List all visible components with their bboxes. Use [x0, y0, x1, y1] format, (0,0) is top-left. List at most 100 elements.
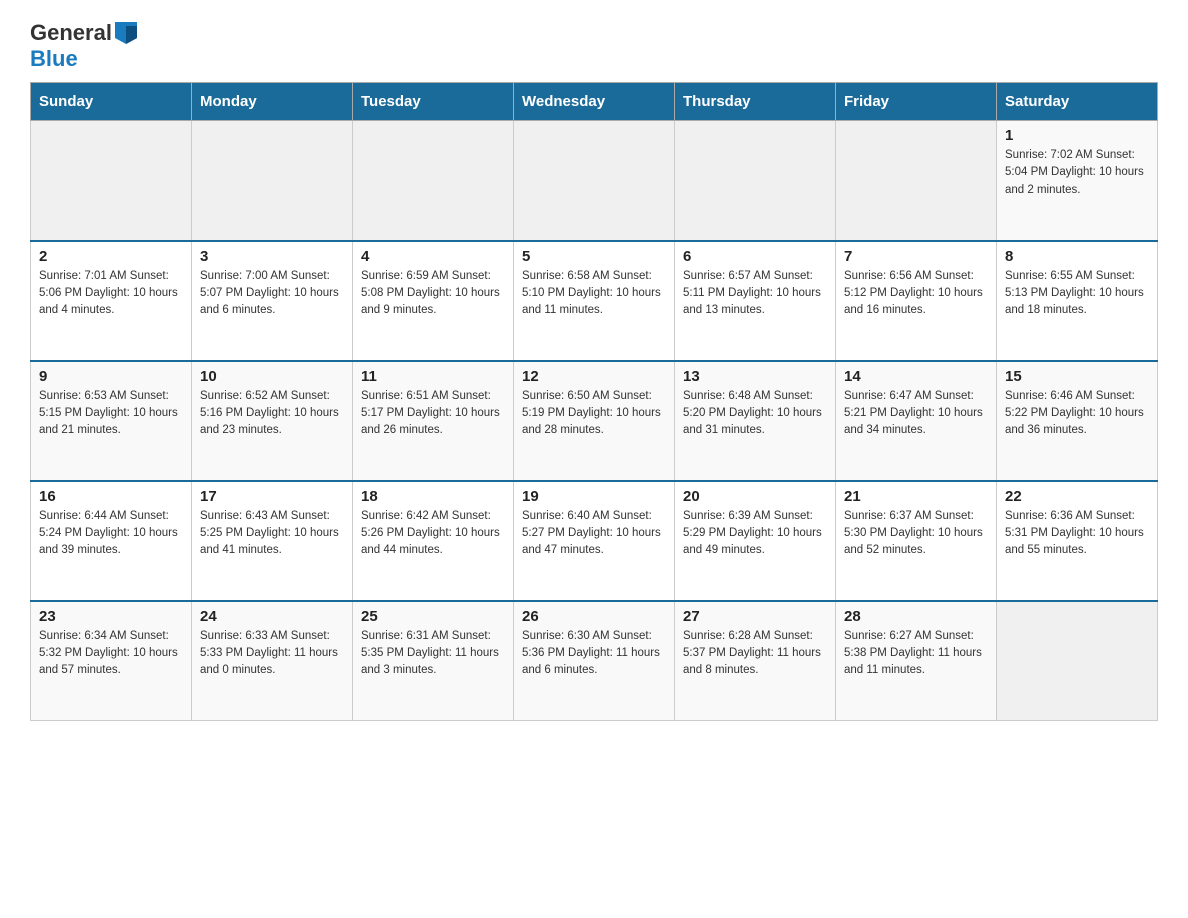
calendar-cell: 22 Sunrise: 6:36 AM Sunset: 5:31 PM Dayli…	[997, 481, 1158, 601]
week-row-3: 9Sunrise: 6:53 AM Sunset: 5:15 PM Daylig…	[31, 361, 1158, 481]
calendar-cell	[353, 121, 514, 241]
calendar-cell	[514, 121, 675, 241]
calendar-cell: 10 Sunrise: 6:52 AM Sunset: 5:16 PM Dayli…	[192, 361, 353, 481]
logo-blue-wrapper: Blue	[30, 46, 78, 72]
day-number: 3	[200, 248, 344, 265]
day-number: 12	[522, 368, 666, 385]
day-info: Sunrise: 6:28 AM Sunset: 5:37 PM Dayligh…	[683, 628, 827, 680]
day-number: 14	[844, 368, 988, 385]
calendar-cell: 18 Sunrise: 6:42 AM Sunset: 5:26 PM Dayli…	[353, 481, 514, 601]
day-info: Sunrise: 7:02 AM Sunset: 5:04 PM Dayligh…	[1005, 147, 1149, 199]
calendar-cell: 14 Sunrise: 6:47 AM Sunset: 5:21 PM Dayli…	[836, 361, 997, 481]
page-header: General Blue	[30, 20, 1158, 72]
day-info: Sunrise: 6:48 AM Sunset: 5:20 PM Dayligh…	[683, 388, 827, 440]
day-info: Sunrise: 6:37 AM Sunset: 5:30 PM Dayligh…	[844, 508, 988, 560]
day-info: Sunrise: 6:36 AM Sunset: 5:31 PM Dayligh…	[1005, 508, 1149, 560]
day-number: 25	[361, 608, 505, 625]
calendar-cell: 9Sunrise: 6:53 AM Sunset: 5:15 PM Daylig…	[31, 361, 192, 481]
day-number: 16	[39, 488, 183, 505]
day-info: Sunrise: 6:52 AM Sunset: 5:16 PM Dayligh…	[200, 388, 344, 440]
weekday-header-friday: Friday	[836, 83, 997, 121]
calendar-cell: 8 Sunrise: 6:55 AM Sunset: 5:13 PM Daylig…	[997, 241, 1158, 361]
calendar-cell: 25 Sunrise: 6:31 AM Sunset: 5:35 PM Dayli…	[353, 601, 514, 721]
day-number: 28	[844, 608, 988, 625]
calendar-cell: 6 Sunrise: 6:57 AM Sunset: 5:11 PM Daylig…	[675, 241, 836, 361]
calendar-cell: 12 Sunrise: 6:50 AM Sunset: 5:19 PM Dayli…	[514, 361, 675, 481]
calendar-cell	[997, 601, 1158, 721]
calendar-table: SundayMondayTuesdayWednesdayThursdayFrid…	[30, 82, 1158, 721]
day-number: 15	[1005, 368, 1149, 385]
day-info: Sunrise: 6:39 AM Sunset: 5:29 PM Dayligh…	[683, 508, 827, 560]
calendar-cell: 23 Sunrise: 6:34 AM Sunset: 5:32 PM Dayli…	[31, 601, 192, 721]
day-info: Sunrise: 6:27 AM Sunset: 5:38 PM Dayligh…	[844, 628, 988, 680]
day-info: Sunrise: 7:00 AM Sunset: 5:07 PM Dayligh…	[200, 268, 344, 320]
day-number: 27	[683, 608, 827, 625]
day-number: 13	[683, 368, 827, 385]
calendar-cell: 21Sunrise: 6:37 AM Sunset: 5:30 PM Dayli…	[836, 481, 997, 601]
weekday-header-saturday: Saturday	[997, 83, 1158, 121]
day-number: 5	[522, 248, 666, 265]
week-row-4: 16Sunrise: 6:44 AM Sunset: 5:24 PM Dayli…	[31, 481, 1158, 601]
calendar-cell: 26 Sunrise: 6:30 AM Sunset: 5:36 PM Dayli…	[514, 601, 675, 721]
weekday-header-wednesday: Wednesday	[514, 83, 675, 121]
day-number: 1	[1005, 127, 1149, 144]
day-info: Sunrise: 6:47 AM Sunset: 5:21 PM Dayligh…	[844, 388, 988, 440]
week-row-1: 1 Sunrise: 7:02 AM Sunset: 5:04 PM Daylig…	[31, 121, 1158, 241]
calendar-cell: 7Sunrise: 6:56 AM Sunset: 5:12 PM Daylig…	[836, 241, 997, 361]
weekday-header-thursday: Thursday	[675, 83, 836, 121]
day-number: 17	[200, 488, 344, 505]
day-number: 6	[683, 248, 827, 265]
day-number: 19	[522, 488, 666, 505]
day-number: 22	[1005, 488, 1149, 505]
week-row-2: 2 Sunrise: 7:01 AM Sunset: 5:06 PM Daylig…	[31, 241, 1158, 361]
calendar-cell: 28 Sunrise: 6:27 AM Sunset: 5:38 PM Dayli…	[836, 601, 997, 721]
day-info: Sunrise: 6:50 AM Sunset: 5:19 PM Dayligh…	[522, 388, 666, 440]
calendar-cell	[675, 121, 836, 241]
calendar-cell: 2 Sunrise: 7:01 AM Sunset: 5:06 PM Daylig…	[31, 241, 192, 361]
day-info: Sunrise: 7:01 AM Sunset: 5:06 PM Dayligh…	[39, 268, 183, 320]
day-number: 2	[39, 248, 183, 265]
day-number: 8	[1005, 248, 1149, 265]
day-info: Sunrise: 6:58 AM Sunset: 5:10 PM Dayligh…	[522, 268, 666, 320]
logo-triangle-icon	[115, 22, 137, 44]
day-number: 7	[844, 248, 988, 265]
calendar-cell: 3 Sunrise: 7:00 AM Sunset: 5:07 PM Daylig…	[192, 241, 353, 361]
day-number: 24	[200, 608, 344, 625]
calendar-cell: 13 Sunrise: 6:48 AM Sunset: 5:20 PM Dayli…	[675, 361, 836, 481]
weekday-header-row: SundayMondayTuesdayWednesdayThursdayFrid…	[31, 83, 1158, 121]
day-number: 4	[361, 248, 505, 265]
day-info: Sunrise: 6:42 AM Sunset: 5:26 PM Dayligh…	[361, 508, 505, 560]
logo-wrapper: General	[30, 20, 137, 46]
day-info: Sunrise: 6:40 AM Sunset: 5:27 PM Dayligh…	[522, 508, 666, 560]
logo-blue-label: Blue	[30, 46, 78, 71]
weekday-header-sunday: Sunday	[31, 83, 192, 121]
weekday-header-monday: Monday	[192, 83, 353, 121]
calendar-cell	[31, 121, 192, 241]
day-info: Sunrise: 6:55 AM Sunset: 5:13 PM Dayligh…	[1005, 268, 1149, 320]
logo-general-part: General	[30, 20, 112, 46]
day-info: Sunrise: 6:57 AM Sunset: 5:11 PM Dayligh…	[683, 268, 827, 320]
day-number: 18	[361, 488, 505, 505]
day-info: Sunrise: 6:33 AM Sunset: 5:33 PM Dayligh…	[200, 628, 344, 680]
day-number: 26	[522, 608, 666, 625]
calendar-cell: 17 Sunrise: 6:43 AM Sunset: 5:25 PM Dayli…	[192, 481, 353, 601]
weekday-header-tuesday: Tuesday	[353, 83, 514, 121]
day-number: 10	[200, 368, 344, 385]
calendar-cell: 15 Sunrise: 6:46 AM Sunset: 5:22 PM Dayli…	[997, 361, 1158, 481]
calendar-cell: 16Sunrise: 6:44 AM Sunset: 5:24 PM Dayli…	[31, 481, 192, 601]
day-info: Sunrise: 6:30 AM Sunset: 5:36 PM Dayligh…	[522, 628, 666, 680]
calendar-cell: 27 Sunrise: 6:28 AM Sunset: 5:37 PM Dayli…	[675, 601, 836, 721]
week-row-5: 23 Sunrise: 6:34 AM Sunset: 5:32 PM Dayli…	[31, 601, 1158, 721]
calendar-cell: 1 Sunrise: 7:02 AM Sunset: 5:04 PM Daylig…	[997, 121, 1158, 241]
day-number: 23	[39, 608, 183, 625]
day-number: 20	[683, 488, 827, 505]
day-info: Sunrise: 6:51 AM Sunset: 5:17 PM Dayligh…	[361, 388, 505, 440]
day-info: Sunrise: 6:31 AM Sunset: 5:35 PM Dayligh…	[361, 628, 505, 680]
day-info: Sunrise: 6:43 AM Sunset: 5:25 PM Dayligh…	[200, 508, 344, 560]
day-number: 11	[361, 368, 505, 385]
day-info: Sunrise: 6:46 AM Sunset: 5:22 PM Dayligh…	[1005, 388, 1149, 440]
day-info: Sunrise: 6:53 AM Sunset: 5:15 PM Dayligh…	[39, 388, 183, 440]
calendar-cell: 19 Sunrise: 6:40 AM Sunset: 5:27 PM Dayli…	[514, 481, 675, 601]
day-info: Sunrise: 6:34 AM Sunset: 5:32 PM Dayligh…	[39, 628, 183, 680]
calendar-cell	[836, 121, 997, 241]
